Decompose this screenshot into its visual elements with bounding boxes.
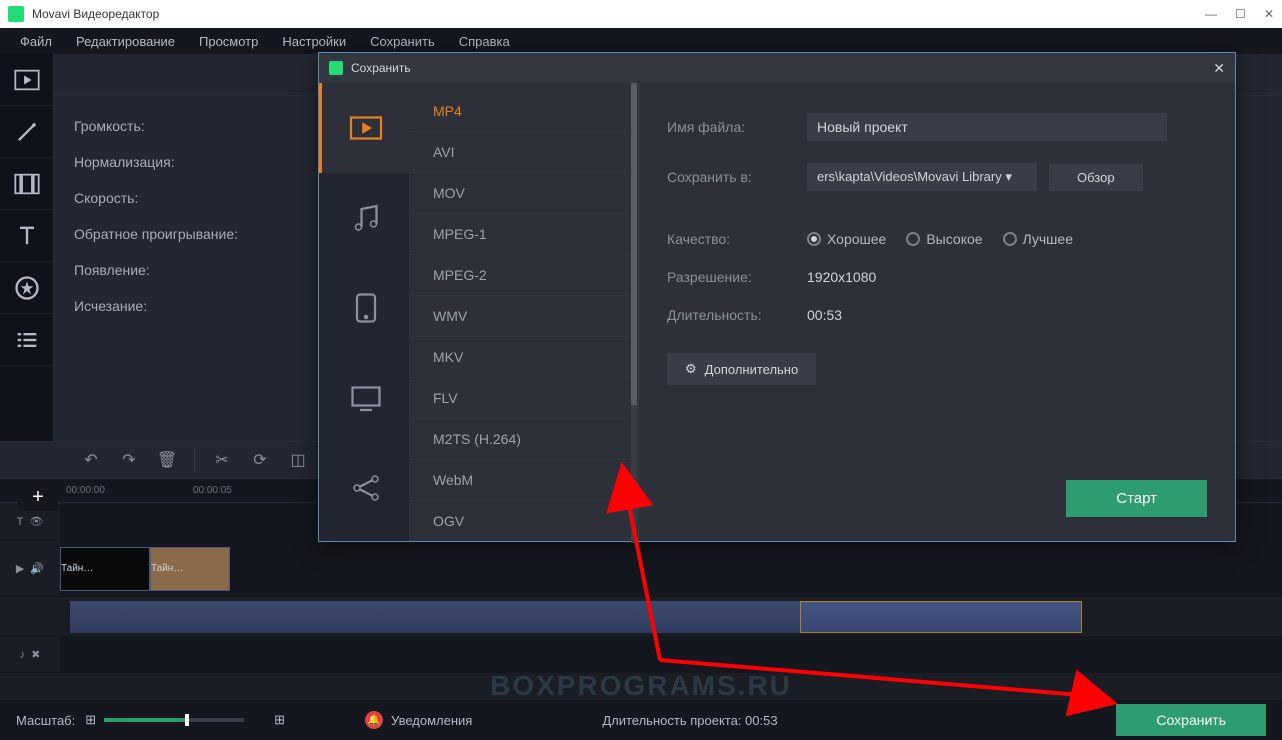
format-m2ts[interactable]: M2TS (H.264) bbox=[409, 419, 638, 460]
duration-label: Длительность: bbox=[667, 307, 807, 323]
tool-media[interactable] bbox=[0, 54, 53, 106]
window-minimize-button[interactable]: — bbox=[1205, 7, 1217, 21]
category-devices[interactable] bbox=[319, 263, 409, 353]
zoom-slider[interactable] bbox=[104, 718, 244, 722]
category-audio[interactable] bbox=[319, 173, 409, 263]
add-track-button[interactable]: + bbox=[18, 483, 58, 511]
bottom-bar: Масштаб: ⊞ ⊞ 🔔 Уведомления Длительность … bbox=[0, 700, 1282, 740]
format-scrollbar[interactable] bbox=[631, 83, 637, 543]
category-list bbox=[319, 83, 409, 541]
saveto-select[interactable]: ers\kapta\Videos\Movavi Library ▾ bbox=[807, 163, 1037, 191]
fx-track-row: ♪✖ bbox=[0, 637, 1282, 673]
video-icon: ▶ bbox=[16, 562, 24, 575]
timeline-start-icon[interactable]: ⊞ bbox=[85, 712, 96, 728]
audio-track[interactable] bbox=[60, 597, 1282, 636]
start-button[interactable]: Старт bbox=[1066, 480, 1207, 517]
cut-button[interactable]: ✂ bbox=[205, 445, 239, 475]
format-ogv[interactable]: OGV bbox=[409, 501, 638, 541]
menu-help[interactable]: Справка bbox=[447, 34, 522, 49]
format-mp4[interactable]: MP4 bbox=[409, 91, 638, 132]
save-dialog: Сохранить ✕ MP4 AVI MOV MPEG-1 MPEG-2 WM… bbox=[318, 52, 1236, 542]
app-icon bbox=[8, 6, 24, 22]
gear-icon: ⚙ bbox=[685, 361, 697, 377]
format-flv[interactable]: FLV bbox=[409, 378, 638, 419]
text-icon: T bbox=[17, 516, 24, 528]
dialog-close-button[interactable]: ✕ bbox=[1213, 60, 1225, 77]
project-duration: Длительность проекта: 00:53 bbox=[602, 713, 777, 728]
format-mkv[interactable]: MKV bbox=[409, 337, 638, 378]
video-clip[interactable]: Тайн… bbox=[60, 547, 150, 591]
fx-track[interactable] bbox=[60, 637, 1282, 672]
tool-titles[interactable] bbox=[0, 210, 53, 262]
visibility-icon[interactable]: 👁 bbox=[29, 515, 43, 528]
rotate-button[interactable]: ⟳ bbox=[243, 445, 277, 475]
save-button[interactable]: Сохранить bbox=[1116, 704, 1266, 736]
separator bbox=[194, 448, 195, 472]
menu-edit[interactable]: Редактирование bbox=[64, 34, 187, 49]
tool-filters[interactable] bbox=[0, 106, 53, 158]
category-tv[interactable] bbox=[319, 353, 409, 443]
dialog-icon bbox=[329, 61, 343, 75]
resolution-label: Разрешение: bbox=[667, 269, 807, 285]
ruler-mark: 00:00:05 bbox=[193, 485, 232, 496]
mute-icon[interactable]: 🔊 bbox=[30, 562, 44, 575]
category-video[interactable] bbox=[319, 83, 409, 173]
redo-button[interactable]: ↷ bbox=[112, 445, 146, 475]
format-mpeg2[interactable]: MPEG-2 bbox=[409, 255, 638, 296]
timeline-end-icon[interactable]: ⊞ bbox=[274, 712, 285, 728]
window-titlebar: Movavi Видеоредактор — ☐ ✕ bbox=[0, 0, 1282, 28]
category-share[interactable] bbox=[319, 443, 409, 533]
menubar: Файл Редактирование Просмотр Настройки С… bbox=[0, 28, 1282, 54]
format-webm[interactable]: WebM bbox=[409, 460, 638, 501]
quality-best-radio[interactable]: Лучшее bbox=[1003, 231, 1073, 247]
video-track[interactable]: Тайн… Тайн… bbox=[60, 541, 1282, 596]
delete-button[interactable]: 🗑 bbox=[150, 445, 184, 475]
quality-high-radio[interactable]: Высокое bbox=[906, 231, 982, 247]
notifications-button[interactable]: 🔔 Уведомления bbox=[365, 711, 472, 729]
video-track-row: ▶ 🔊 Тайн… Тайн… bbox=[0, 541, 1282, 597]
export-settings: Имя файла: Сохранить в: ers\kapta\Videos… bbox=[639, 83, 1235, 541]
menu-save[interactable]: Сохранить bbox=[358, 34, 447, 49]
menu-file[interactable]: Файл bbox=[8, 34, 64, 49]
window-close-button[interactable]: ✕ bbox=[1264, 7, 1274, 21]
format-mpeg1[interactable]: MPEG-1 bbox=[409, 214, 638, 255]
saveto-label: Сохранить в: bbox=[667, 169, 807, 185]
window-title: Movavi Видеоредактор bbox=[32, 7, 1205, 21]
zoom-label: Масштаб: bbox=[16, 713, 75, 728]
dialog-title: Сохранить bbox=[351, 61, 1213, 75]
quality-label: Качество: bbox=[667, 231, 807, 247]
crop-button[interactable]: ◫ bbox=[281, 445, 315, 475]
video-clip[interactable]: Тайн… bbox=[150, 547, 230, 591]
advanced-button[interactable]: ⚙ Дополнительно bbox=[667, 353, 816, 385]
format-mov[interactable]: MOV bbox=[409, 173, 638, 214]
audio-waveform-selected[interactable] bbox=[800, 601, 1082, 633]
quality-good-radio[interactable]: Хорошее bbox=[807, 231, 886, 247]
fx-icon[interactable]: ✖ bbox=[31, 648, 40, 661]
menu-settings[interactable]: Настройки bbox=[270, 34, 358, 49]
tool-transitions[interactable] bbox=[0, 158, 53, 210]
browse-button[interactable]: Обзор bbox=[1049, 164, 1143, 191]
window-maximize-button[interactable]: ☐ bbox=[1235, 7, 1246, 21]
resolution-value: 1920x1080 bbox=[807, 269, 876, 285]
format-wmv[interactable]: WMV bbox=[409, 296, 638, 337]
duration-value: 00:53 bbox=[807, 307, 842, 323]
tool-more[interactable] bbox=[0, 314, 53, 366]
menu-view[interactable]: Просмотр bbox=[187, 34, 270, 49]
dialog-titlebar[interactable]: Сохранить ✕ bbox=[319, 53, 1235, 83]
audio-track-row bbox=[0, 597, 1282, 637]
ruler-mark: 00:00:00 bbox=[66, 485, 105, 496]
undo-button[interactable]: ↶ bbox=[74, 445, 108, 475]
filename-label: Имя файла: bbox=[667, 119, 807, 135]
filename-input[interactable] bbox=[807, 113, 1167, 141]
music-icon: ♪ bbox=[20, 649, 26, 661]
format-avi[interactable]: AVI bbox=[409, 132, 638, 173]
bell-icon: 🔔 bbox=[365, 711, 383, 729]
tool-stickers[interactable] bbox=[0, 262, 53, 314]
watermark-text: BOXPROGRAMS.RU bbox=[490, 670, 792, 702]
format-list[interactable]: MP4 AVI MOV MPEG-1 MPEG-2 WMV MKV FLV M2… bbox=[409, 83, 639, 541]
